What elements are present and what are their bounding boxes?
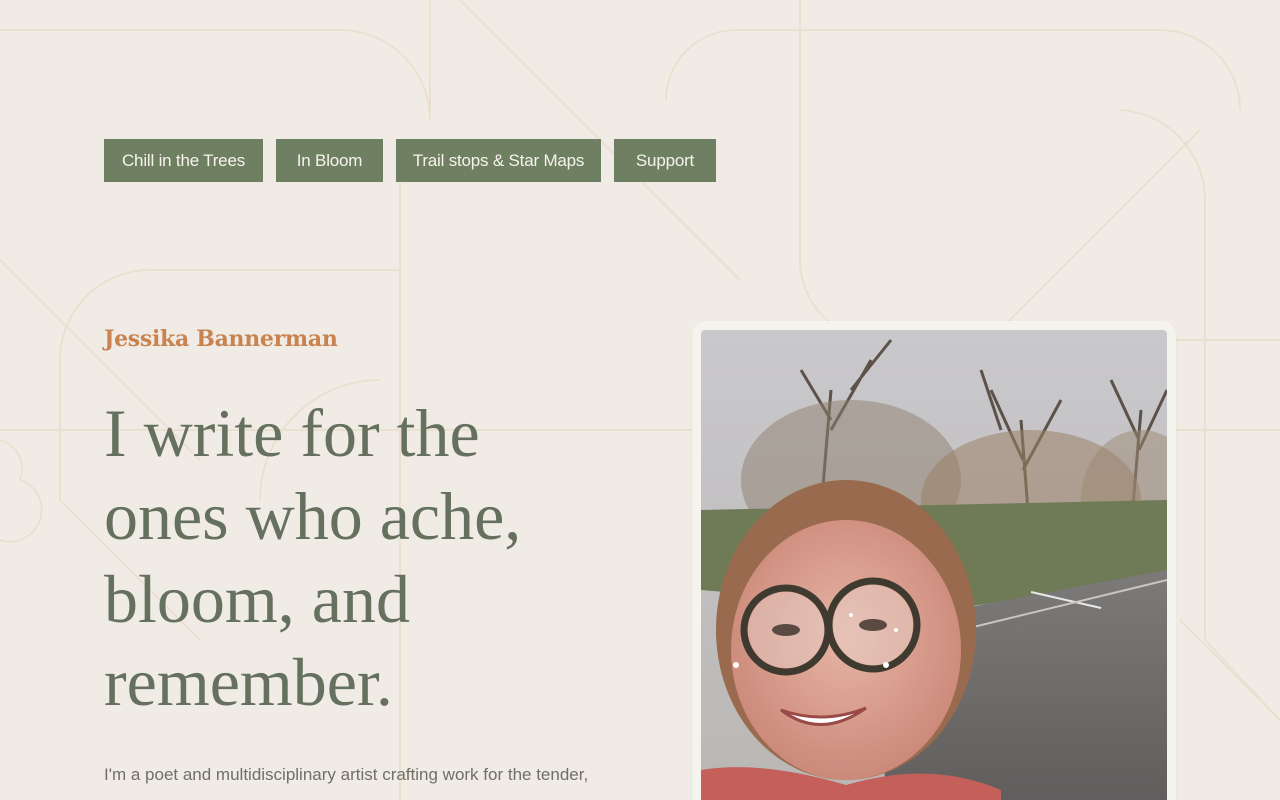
author-name: Jessika Bannerman [104, 326, 338, 352]
nav-chill-in-the-trees[interactable]: Chill in the Trees [104, 139, 263, 182]
hero-headline: I write for the ones who ache, bloom, an… [104, 395, 522, 720]
hero-intro: I'm a poet and multidisciplinary artist … [104, 765, 589, 784]
nav-in-bloom[interactable]: In Bloom [276, 139, 383, 182]
main-nav: Chill in the Trees In Bloom Trail stops … [104, 139, 716, 182]
nav-trail-stops-star-maps[interactable]: Trail stops & Star Maps [396, 139, 601, 182]
portrait-photo [701, 330, 1167, 800]
nav-support[interactable]: Support [614, 139, 716, 182]
